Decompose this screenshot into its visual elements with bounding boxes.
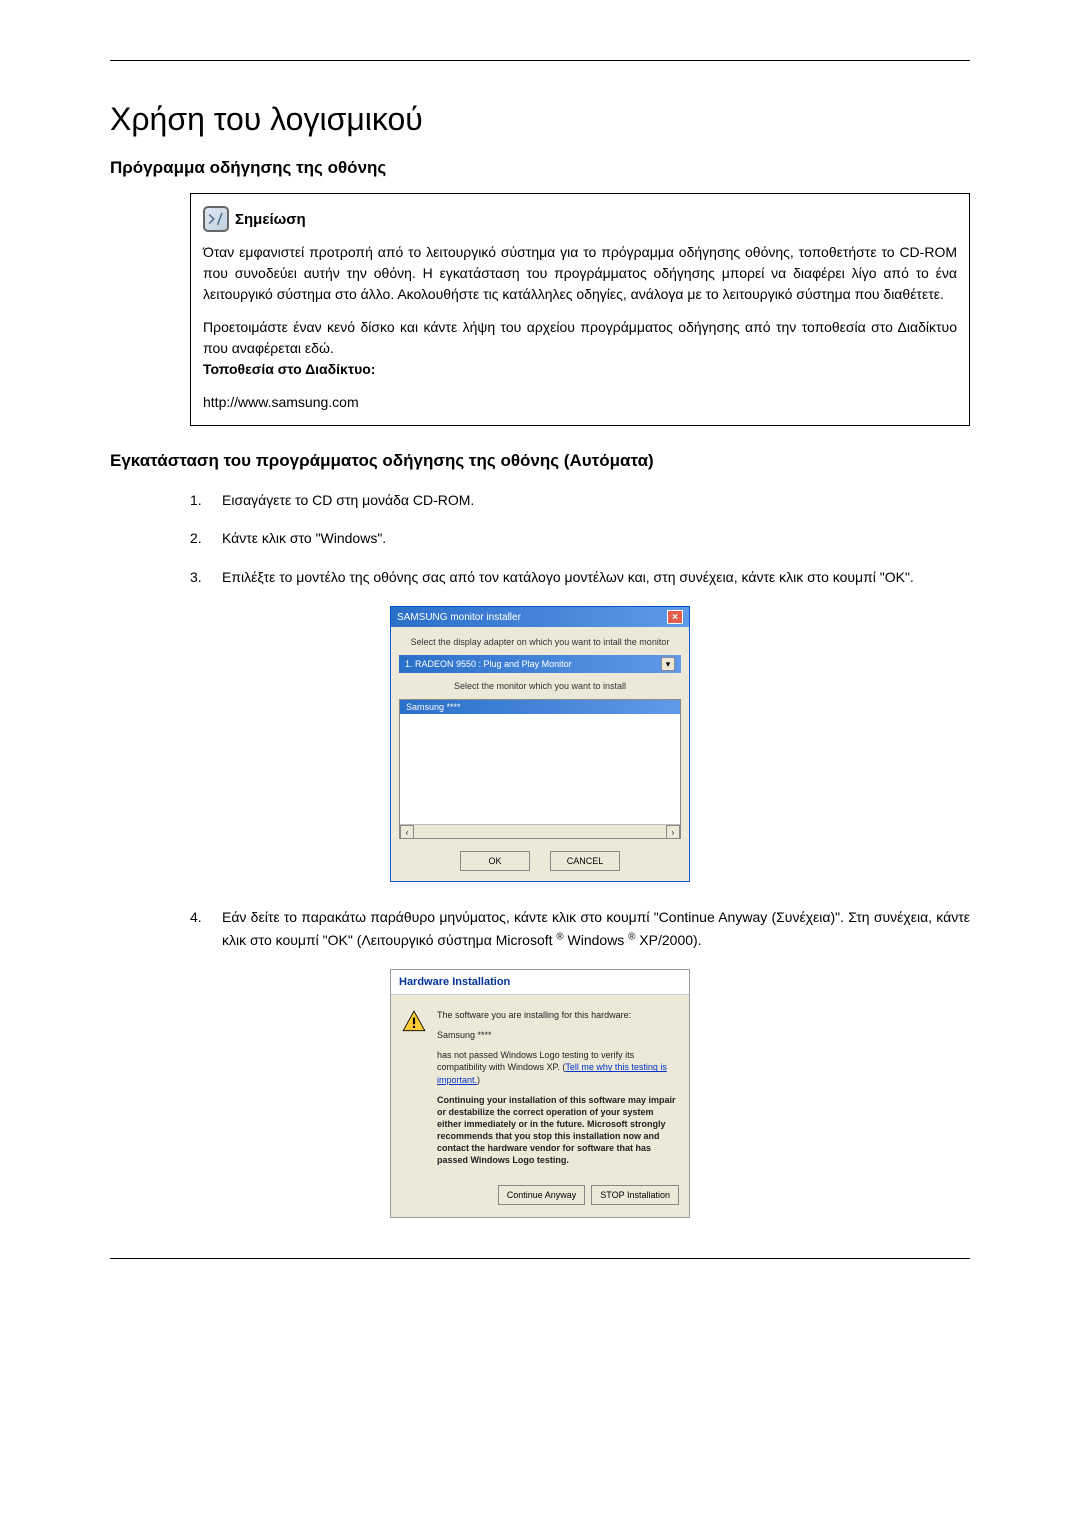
note-para-2: Προετοιμάστε έναν κενό δίσκο και κάντε λ… (203, 317, 957, 380)
continue-anyway-button[interactable]: Continue Anyway (498, 1185, 586, 1205)
step-3: 3. Επιλέξτε το μοντέλο της οθόνης σας απ… (190, 566, 970, 588)
dialog1-titlebar: SAMSUNG monitor installer × (391, 607, 689, 627)
monitor-list-item[interactable]: Samsung **** (400, 700, 680, 714)
section-driver-title: Πρόγραμμα οδήγησης της οθόνης (110, 158, 970, 178)
stop-installation-button[interactable]: STOP Installation (591, 1185, 679, 1205)
step-4-text: Εάν δείτε το παρακάτω παράθυρο μηνύματος… (222, 906, 970, 951)
internet-label: Τοποθεσία στο Διαδίκτυο: (203, 361, 375, 377)
dialog2-content: The software you are installing for this… (437, 1009, 679, 1175)
dialog2-warning-para: Continuing your installation of this sof… (437, 1094, 679, 1167)
dialog2-titlebar: Hardware Installation (391, 970, 689, 995)
note-para-1: Όταν εμφανιστεί προτροπή από το λειτουργ… (203, 242, 957, 305)
hardware-dialog-screenshot: Hardware Installation The software you a… (110, 969, 970, 1218)
dialog2-button-row: Continue Anyway STOP Installation (391, 1185, 689, 1217)
scroll-left-icon[interactable]: ‹ (400, 825, 414, 839)
registered-symbol: ® (556, 931, 563, 942)
note-header: Σημείωση (203, 206, 957, 232)
note-body: Όταν εμφανιστεί προτροπή από το λειτουργ… (203, 242, 957, 413)
bottom-divider (110, 1258, 970, 1259)
listbox-scrollbar: ‹ › (400, 824, 680, 838)
install-steps: 1. Εισαγάγετε το CD στη μονάδα CD-ROM. 2… (190, 489, 970, 588)
dialog2-line2: Samsung **** (437, 1029, 679, 1041)
dialog1-body: Select the display adapter on which you … (391, 627, 689, 881)
step-2: 2. Κάντε κλικ στο "Windows". (190, 527, 970, 549)
hardware-installation-dialog: Hardware Installation The software you a… (390, 969, 690, 1218)
dialog1-instruction-1: Select the display adapter on which you … (399, 637, 681, 647)
dialog1-instruction-2: Select the monitor which you want to ins… (399, 681, 681, 691)
installer-dialog-screenshot: SAMSUNG monitor installer × Select the d… (110, 606, 970, 882)
close-icon[interactable]: × (667, 610, 683, 624)
note-label: Σημείωση (235, 211, 306, 228)
dialog1-title-text: SAMSUNG monitor installer (397, 612, 521, 623)
chevron-down-icon[interactable]: ▾ (661, 657, 675, 671)
step-1: 1. Εισαγάγετε το CD στη μονάδα CD-ROM. (190, 489, 970, 511)
cancel-button[interactable]: CANCEL (550, 851, 620, 871)
install-steps-cont: 4. Εάν δείτε το παρακάτω παράθυρο μηνύμα… (190, 906, 970, 951)
dialog2-line3: has not passed Windows Logo testing to v… (437, 1049, 679, 1085)
step-4: 4. Εάν δείτε το παρακάτω παράθυρο μηνύμα… (190, 906, 970, 951)
adapter-dropdown[interactable]: 1. RADEON 9550 : Plug and Play Monitor ▾ (399, 655, 681, 673)
top-divider (110, 60, 970, 61)
dialog2-body: The software you are installing for this… (391, 995, 689, 1185)
ok-button[interactable]: OK (460, 851, 530, 871)
samsung-installer-dialog: SAMSUNG monitor installer × Select the d… (390, 606, 690, 882)
section-install-title: Εγκατάσταση του προγράμματος οδήγησης τη… (110, 451, 970, 471)
page-title: Χρήση του λογισμικού (110, 101, 970, 138)
scroll-right-icon[interactable]: › (666, 825, 680, 839)
note-box: Σημείωση Όταν εμφανιστεί προτροπή από το… (190, 193, 970, 426)
note-icon (203, 206, 229, 232)
dialog2-line1: The software you are installing for this… (437, 1009, 679, 1021)
warning-icon (401, 1009, 427, 1035)
monitor-listbox[interactable]: Samsung **** ‹ › (399, 699, 681, 839)
note-url: http://www.samsung.com (203, 392, 957, 413)
dialog1-button-row: OK CANCEL (399, 851, 681, 871)
